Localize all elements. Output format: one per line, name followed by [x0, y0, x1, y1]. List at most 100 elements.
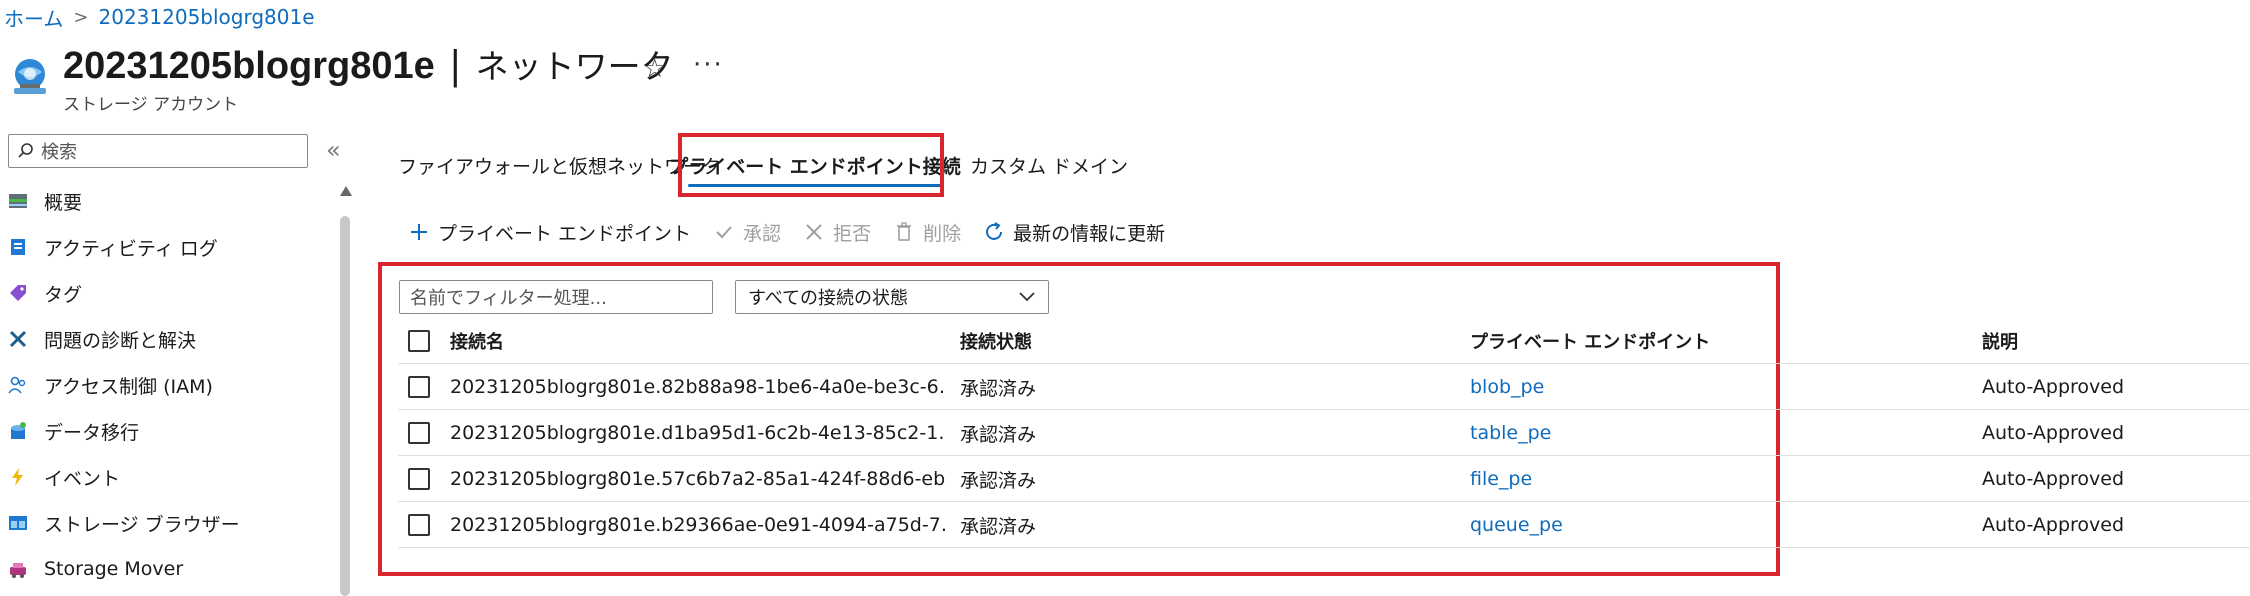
private-endpoint-link[interactable]: blob_pe [1470, 364, 1870, 410]
row-checkbox[interactable] [408, 376, 430, 398]
connection-name: 20231205blogrg801e.82b88a98-1be6-4a0e-be… [450, 376, 946, 398]
refresh-button[interactable]: 最新の情報に更新 [983, 219, 1165, 246]
people-icon [8, 375, 28, 395]
sidebar-item-label: データ移行 [44, 421, 140, 444]
scrollbar-thumb[interactable] [340, 216, 350, 596]
lightning-icon [8, 467, 28, 487]
name-filter-placeholder: 名前でフィルター処理... [410, 288, 607, 309]
tab-firewall[interactable]: ファイアウォールと仮想ネットワーク [398, 135, 721, 195]
name-filter-input[interactable]: 名前でフィルター処理... [399, 280, 713, 314]
collapse-sidebar-icon[interactable]: « [326, 136, 341, 164]
connection-name: 20231205blogrg801e.b29366ae-0e91-4094-a7… [450, 514, 946, 536]
connection-state: 承認済み [960, 377, 1037, 400]
row-select-cell [408, 456, 438, 502]
row-select-cell [408, 502, 438, 548]
connection-description: Auto-Approved [1982, 514, 2125, 536]
reject-label: 拒否 [833, 222, 872, 245]
tab-custom-domain[interactable]: カスタム ドメイン [954, 135, 1128, 195]
sidebar-item-iam[interactable]: アクセス制御 (IAM) [8, 362, 328, 408]
connection-description: Auto-Approved [1982, 376, 2125, 398]
row-checkbox[interactable] [408, 468, 430, 490]
star-icon[interactable]: ☆ [643, 54, 666, 84]
private-endpoint-link[interactable]: table_pe [1470, 410, 1870, 456]
table-row[interactable]: 20231205blogrg801e.d1ba95d1-6c2b-4e13-85… [398, 410, 2250, 456]
delete-label: 削除 [923, 222, 962, 245]
column-header-private-endpoint[interactable]: プライベート エンドポイント [1470, 318, 1870, 364]
tab-highlight-box [678, 133, 944, 197]
overview-icon [8, 191, 28, 211]
checkmark-icon [713, 221, 735, 243]
table-row[interactable]: 20231205blogrg801e.b29366ae-0e91-4094-a7… [398, 502, 2250, 548]
activity-log-icon [8, 237, 28, 257]
storage-mover-icon [8, 559, 28, 579]
sidebar-item-label: タグ [44, 283, 83, 306]
row-checkbox[interactable] [408, 422, 430, 444]
ellipsis-icon[interactable]: ··· [693, 50, 724, 80]
sidebar-item-label: Storage Mover [44, 558, 184, 580]
sidebar-item-diagnose[interactable]: 問題の診断と解決 [8, 316, 328, 362]
scroll-up-arrow-icon[interactable] [340, 186, 352, 196]
private-endpoint-link[interactable]: file_pe [1470, 456, 1870, 502]
add-private-endpoint-label: プライベート エンドポイント [438, 222, 692, 245]
breadcrumb-current-link[interactable]: 20231205blogrg801e [99, 5, 315, 29]
sidebar-item-label: ストレージ ブラウザー [44, 513, 240, 536]
connection-state: 承認済み [960, 423, 1037, 446]
connection-state: 承認済み [960, 469, 1037, 492]
search-icon [18, 143, 33, 158]
sidebar-item-overview[interactable]: 概要 [8, 178, 328, 224]
connection-description: Auto-Approved [1982, 468, 2125, 490]
breadcrumb-home-link[interactable]: ホーム [4, 3, 63, 32]
resource-name: 20231205blogrg801e [63, 45, 435, 87]
storage-account-icon [14, 59, 46, 94]
chevron-down-icon [1019, 292, 1035, 302]
sidebar-item-activity-log[interactable]: アクティビティ ログ [8, 224, 328, 270]
toolbar: プライベート エンドポイント 承認 拒否 削除 最新の情報に更新 [408, 214, 1187, 250]
sidebar-item-label: アクティビティ ログ [44, 237, 218, 260]
sidebar-item-label: 問題の診断と解決 [44, 329, 197, 352]
column-header-description[interactable]: 説明 [1982, 318, 2242, 364]
delete-button[interactable]: 削除 [893, 219, 961, 246]
connection-name: 20231205blogrg801e.57c6b7a2-85a1-424f-88… [450, 468, 946, 490]
connection-description: Auto-Approved [1982, 422, 2125, 444]
table-header: 接続名 接続状態 プライベート エンドポイント 説明 [398, 318, 2250, 364]
wrench-icon [8, 329, 28, 349]
reject-button[interactable]: 拒否 [803, 219, 871, 246]
plus-icon [408, 221, 430, 243]
data-migration-icon [8, 421, 28, 441]
sidebar-item-tags[interactable]: タグ [8, 270, 328, 316]
close-icon [803, 221, 825, 243]
title-divider: | [448, 43, 462, 87]
connection-status-dropdown[interactable]: すべての接続の状態 [735, 280, 1049, 314]
sidebar-item-storage-browser[interactable]: ストレージ ブラウザー [8, 500, 328, 546]
select-all-cell [408, 318, 438, 364]
sidebar-menu: 概要 アクティビティ ログ タグ 問題の診断と解決 アクセス制御 (IAM) デ… [8, 178, 328, 592]
refresh-label: 最新の情報に更新 [1013, 222, 1166, 245]
column-header-connection-state[interactable]: 接続状態 [960, 318, 1260, 364]
sidebar-item-label: 概要 [44, 191, 83, 214]
add-private-endpoint-button[interactable]: プライベート エンドポイント [408, 219, 691, 246]
approve-button[interactable]: 承認 [713, 219, 781, 246]
row-checkbox[interactable] [408, 514, 430, 536]
connection-name: 20231205blogrg801e.d1ba95d1-6c2b-4e13-85… [450, 422, 946, 444]
sidebar-item-events[interactable]: イベント [8, 454, 328, 500]
sidebar-search-input[interactable]: 検索 [8, 134, 308, 168]
sidebar-item-data-migration[interactable]: データ移行 [8, 408, 328, 454]
row-select-cell [408, 364, 438, 410]
private-endpoint-link[interactable]: queue_pe [1470, 502, 1870, 548]
breadcrumb-separator: > [73, 6, 89, 28]
sidebar-item-storage-mover[interactable]: Storage Mover [8, 546, 328, 592]
trash-icon [893, 221, 915, 243]
connection-state: 承認済み [960, 515, 1037, 538]
table-row[interactable]: 20231205blogrg801e.82b88a98-1be6-4a0e-be… [398, 364, 2250, 410]
storage-browser-icon [8, 513, 28, 533]
column-header-connection-name[interactable]: 接続名 [450, 318, 946, 364]
sidebar-scrollbar[interactable] [340, 186, 352, 596]
select-all-checkbox[interactable] [408, 330, 430, 352]
table-row[interactable]: 20231205blogrg801e.57c6b7a2-85a1-424f-88… [398, 456, 2250, 502]
resource-type-subtitle: ストレージ アカウント [63, 95, 239, 115]
sidebar-item-label: アクセス制御 (IAM) [44, 375, 213, 398]
tag-icon [8, 283, 28, 303]
connections-table: 接続名 接続状態 プライベート エンドポイント 説明 20231205blogr… [398, 318, 2250, 548]
row-select-cell [408, 410, 438, 456]
sidebar-search-placeholder: 検索 [41, 142, 77, 163]
